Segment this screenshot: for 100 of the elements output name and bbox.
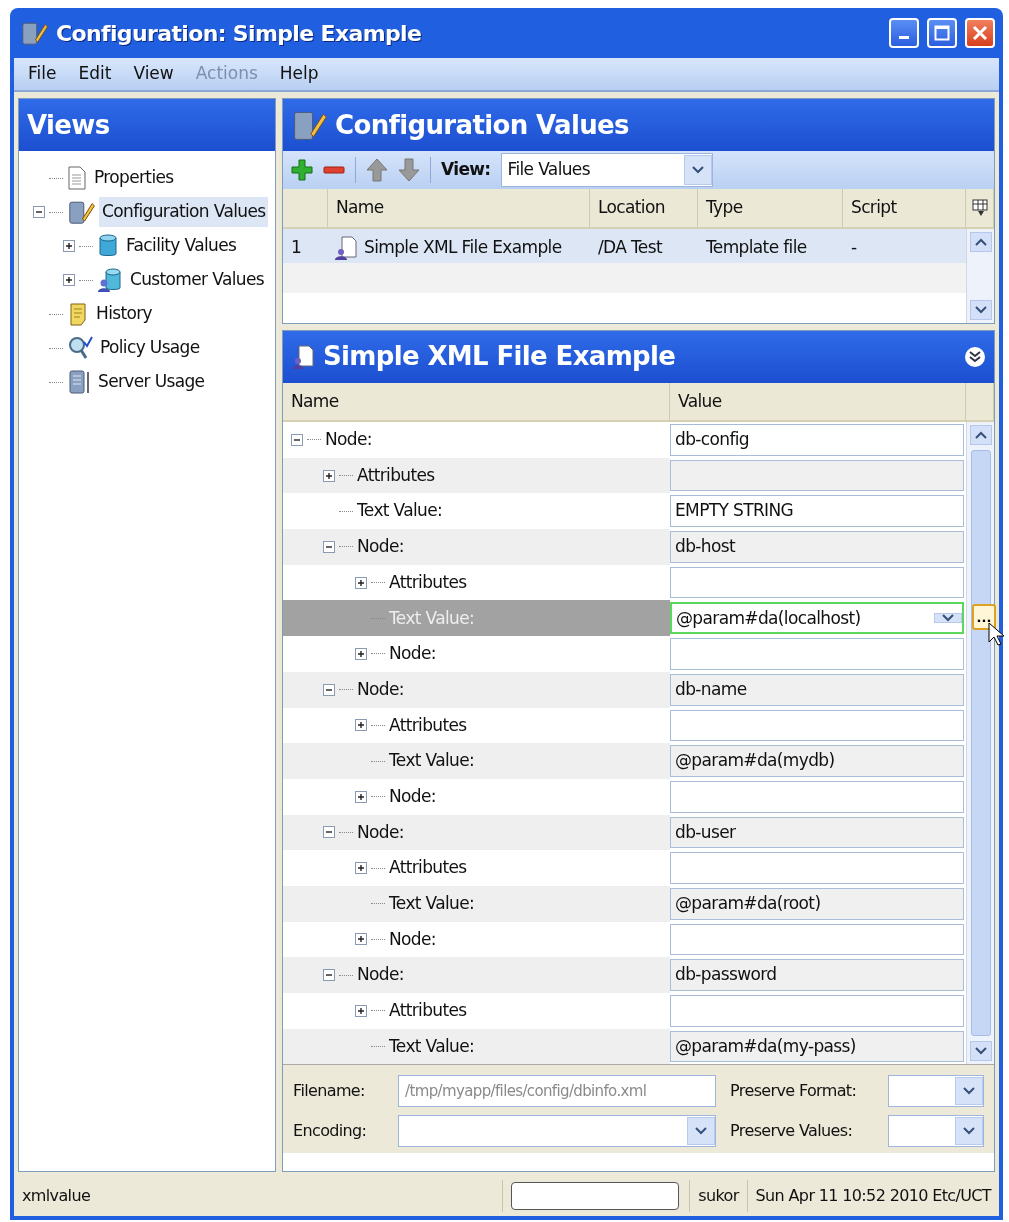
collapse-icon[interactable]: [291, 433, 303, 446]
tree-item[interactable]: History: [93, 299, 155, 329]
close-icon: [972, 25, 988, 41]
collapse-icon[interactable]: [33, 206, 45, 218]
value-field[interactable]: [670, 780, 964, 813]
tree-item[interactable]: Customer Values: [127, 265, 267, 295]
value-field[interactable]: [670, 566, 964, 599]
value-field[interactable]: db-host: [670, 531, 964, 563]
expand-icon[interactable]: [355, 862, 367, 875]
maximize-button[interactable]: [927, 18, 957, 48]
collapse-icon[interactable]: [323, 826, 335, 839]
collapse-icon[interactable]: [323, 683, 335, 696]
expand-icon[interactable]: [355, 1004, 367, 1017]
value-field[interactable]: @param#da(mydb): [670, 745, 964, 777]
tree-item[interactable]: Text Value:: [389, 1033, 475, 1060]
tree-item[interactable]: Text Value:: [357, 498, 443, 524]
column-header[interactable]: Type: [698, 189, 843, 229]
value-field[interactable]: [670, 923, 964, 956]
column-header[interactable]: Script: [843, 189, 966, 229]
cylinder-icon: [97, 233, 119, 259]
tree-item[interactable]: Node:: [357, 534, 404, 560]
field-label: Filename:: [293, 1080, 366, 1103]
plus-icon[interactable]: [291, 159, 313, 181]
tree-item[interactable]: Properties: [91, 163, 177, 193]
tree-item[interactable]: Attributes: [389, 569, 467, 596]
expand-icon[interactable]: [355, 647, 367, 660]
collapse-chevron-icon[interactable]: [964, 345, 986, 368]
people-cylinder-icon: [97, 267, 123, 293]
expand-icon[interactable]: [355, 790, 367, 803]
value-field[interactable]: [670, 638, 964, 670]
expand-icon[interactable]: [63, 274, 75, 286]
file-person-icon: [291, 343, 315, 370]
column-header: [966, 382, 994, 422]
value-field[interactable]: [670, 459, 964, 492]
scrollbar-thumb[interactable]: [970, 450, 991, 1037]
value-field[interactable]: [670, 709, 964, 742]
column-header[interactable]: Value: [670, 382, 966, 422]
tree-item[interactable]: Node:: [389, 926, 436, 953]
menu-item[interactable]: File: [20, 59, 65, 89]
scroll-down-icon[interactable]: [974, 305, 987, 314]
minimize-button[interactable]: [889, 18, 919, 48]
column-chooser-icon[interactable]: [971, 198, 988, 217]
column-header: [283, 189, 328, 229]
tree-item[interactable]: Facility Values: [123, 231, 240, 261]
collapse-icon[interactable]: [323, 969, 335, 982]
menu-item[interactable]: Help: [271, 59, 327, 89]
tree-item[interactable]: Attributes: [389, 712, 467, 739]
expand-icon[interactable]: [355, 576, 367, 589]
column-header[interactable]: Name: [328, 189, 590, 229]
tree-item[interactable]: Attributes: [389, 855, 467, 881]
value-field[interactable]: [670, 852, 964, 884]
value-field[interactable]: db-config: [670, 424, 964, 456]
tree-item[interactable]: Attributes: [389, 998, 467, 1024]
minimize-icon: [899, 36, 909, 39]
value-field[interactable]: db-password: [670, 959, 964, 991]
value-field[interactable]: db-user: [670, 816, 964, 849]
field-label: Encoding:: [293, 1120, 368, 1143]
tree-item[interactable]: Node:: [357, 676, 404, 703]
expand-icon[interactable]: [355, 933, 367, 946]
up-arrow-icon[interactable]: [366, 158, 388, 182]
view-label: View:: [441, 158, 491, 182]
value-field[interactable]: @param#da(root): [670, 887, 964, 920]
view-dropdown[interactable]: File Values: [500, 153, 713, 187]
tree-item[interactable]: Node:: [389, 783, 436, 810]
menu-item[interactable]: Edit: [70, 59, 120, 89]
ellipsis-button[interactable]: ...: [972, 604, 996, 631]
tree-item[interactable]: Text Value:: [389, 891, 475, 917]
expand-icon[interactable]: [323, 469, 335, 482]
value-field[interactable]: db-name: [670, 673, 964, 706]
scroll-up-icon[interactable]: [974, 237, 987, 246]
expand-icon[interactable]: [355, 719, 367, 732]
menu-item[interactable]: View: [125, 59, 182, 89]
column-header[interactable]: Name: [283, 382, 670, 422]
tree-item[interactable]: Node:: [325, 427, 372, 453]
panel-title: Simple XML File Example: [323, 340, 676, 373]
table-cell-text: -: [850, 235, 858, 259]
table-row[interactable]: 1 Simple XML File Example /DA Test Template file -: [283, 228, 966, 263]
collapse-icon[interactable]: [323, 540, 335, 553]
tree-item[interactable]: Server Usage: [95, 367, 208, 397]
status-message: xmlvalue: [21, 1185, 91, 1207]
close-button[interactable]: [965, 18, 995, 48]
tree-item[interactable]: Text Value:: [389, 748, 475, 774]
column-header[interactable]: Location: [590, 189, 698, 229]
scroll-up-icon[interactable]: [974, 431, 987, 439]
tree-item[interactable]: Policy Usage: [97, 333, 203, 363]
tree-item[interactable]: Attributes: [357, 462, 435, 489]
value-field[interactable]: [670, 995, 964, 1027]
expand-icon[interactable]: [63, 240, 75, 252]
value-combo-field[interactable]: @param#da(localhost): [670, 602, 964, 635]
scroll-icon: [67, 301, 89, 327]
value-field[interactable]: EMPTY STRING: [670, 495, 964, 528]
down-arrow-icon[interactable]: [398, 158, 420, 182]
tree-item[interactable]: Configuration Values: [99, 197, 269, 227]
file-person-icon: [334, 234, 358, 261]
value-field[interactable]: @param#da(my-pass): [670, 1030, 964, 1063]
tree-item[interactable]: Node:: [357, 962, 404, 988]
table-cell-text: Simple XML File Example: [364, 235, 562, 259]
tree-item[interactable]: Node:: [389, 641, 436, 667]
scroll-down-icon[interactable]: [974, 1047, 987, 1056]
tree-item[interactable]: Node:: [357, 819, 404, 846]
